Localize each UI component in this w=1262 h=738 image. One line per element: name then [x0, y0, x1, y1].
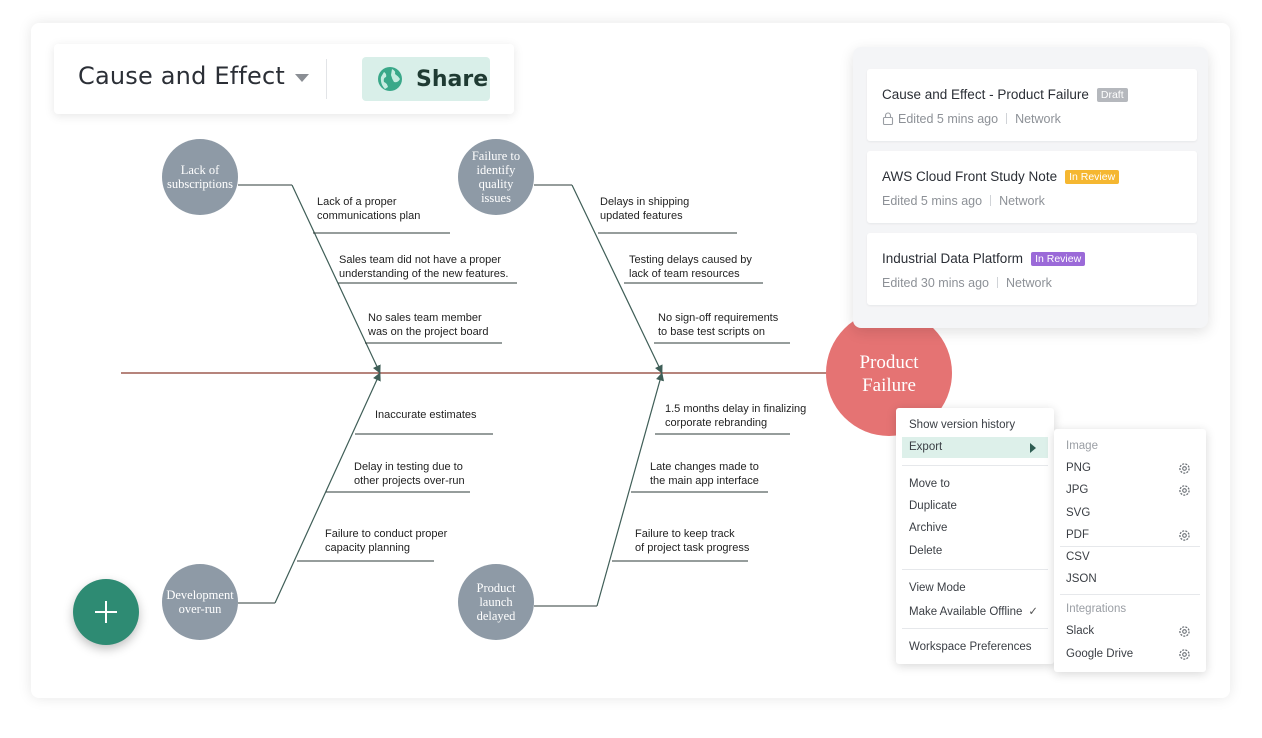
cause-label: Delays in shipping [600, 196, 689, 208]
export-slack[interactable]: Slack [1066, 625, 1094, 637]
divider [326, 59, 327, 99]
context-menu: Show version history Export Move to Dupl… [896, 408, 1054, 664]
export-google-drive[interactable]: Google Drive [1066, 648, 1133, 660]
lock-icon [882, 112, 894, 125]
cause-label: No sales team member [368, 312, 482, 324]
documents-panel: Cause and Effect - Product Failure Draft … [853, 47, 1208, 328]
document-edited: Edited 5 mins ago [882, 194, 983, 208]
menu-divider [902, 569, 1048, 570]
cause-label: 1.5 months delay in finalizing [665, 403, 806, 415]
menu-item-offline-label: Make Available Offline [909, 606, 1023, 618]
category-label: delayed [477, 609, 517, 623]
status-badge: In Review [1031, 252, 1086, 266]
gear-icon[interactable] [1178, 462, 1191, 475]
export-csv[interactable]: CSV [1066, 551, 1090, 563]
cause-label: capacity planning [325, 542, 410, 554]
cause-label: Failure to keep track [635, 528, 735, 540]
category-bone [596, 372, 665, 607]
cause-label: Lack of a proper [317, 196, 397, 208]
status-badge: In Review [1065, 170, 1120, 184]
category-label: issues [481, 191, 511, 205]
share-label: Share [416, 67, 489, 92]
submenu-divider [1060, 546, 1200, 547]
export-pdf[interactable]: PDF [1066, 529, 1089, 541]
cause-label: Failure to conduct proper [325, 528, 448, 540]
check-icon: ✓ [1028, 606, 1039, 618]
submenu-header-integrations: Integrations [1066, 603, 1127, 615]
document-item[interactable]: Cause and Effect - Product Failure Draft … [867, 69, 1197, 141]
cause-label: corporate rebranding [665, 417, 767, 429]
gear-icon[interactable] [1178, 484, 1191, 497]
cause-label: No sign-off requirements [658, 312, 779, 324]
cause-label: was on the project board [367, 326, 488, 338]
export-png[interactable]: PNG [1066, 462, 1091, 474]
category-label: Failure to [472, 149, 520, 163]
chevron-down-icon[interactable] [295, 74, 309, 82]
title-bar: Cause and Effect Share [54, 44, 514, 114]
gear-icon[interactable] [1178, 625, 1191, 638]
export-json[interactable]: JSON [1066, 573, 1097, 585]
document-item[interactable]: AWS Cloud Front Study Note In Review Edit… [867, 151, 1197, 223]
document-location: Network [1015, 112, 1061, 126]
cause-label: communications plan [317, 210, 420, 222]
cause-label: understanding of the new features. [339, 268, 508, 280]
category-label: subscriptions [167, 177, 233, 191]
export-submenu: Image PNG JPG SVG PDF CSV JSON Integrati… [1054, 429, 1206, 672]
add-button[interactable] [73, 579, 139, 645]
cause-label: Sales team did not have a proper [339, 254, 501, 266]
cause-label: other projects over-run [354, 475, 465, 487]
menu-item-version-history[interactable]: Show version history [909, 419, 1015, 431]
submenu-divider [1060, 594, 1200, 595]
document-location: Network [1006, 276, 1052, 290]
document-edited: Edited 30 mins ago [882, 276, 990, 290]
menu-item-delete[interactable]: Delete [909, 545, 942, 557]
export-svg[interactable]: SVG [1066, 507, 1090, 519]
category-label: Development [166, 588, 234, 602]
submenu-header-image: Image [1066, 440, 1098, 452]
document-title[interactable]: Cause and Effect [78, 62, 285, 90]
document-item[interactable]: Industrial Data Platform In Review Edited… [867, 233, 1197, 305]
document-location: Network [999, 194, 1045, 208]
cause-label: lack of team resources [629, 268, 740, 280]
menu-item-view-mode[interactable]: View Mode [909, 582, 966, 594]
category-label: Product [477, 581, 516, 595]
gear-icon[interactable] [1178, 529, 1191, 542]
export-jpg[interactable]: JPG [1066, 484, 1088, 496]
menu-item-archive[interactable]: Archive [909, 522, 947, 534]
category-label: quality [479, 177, 514, 191]
menu-item-move-to[interactable]: Move to [909, 478, 950, 490]
category-label: launch [479, 595, 513, 609]
cause-label: Late changes made to [650, 461, 759, 473]
globe-icon [378, 67, 402, 91]
category-label: over-run [179, 602, 223, 616]
cause-label: Inaccurate estimates [375, 409, 477, 421]
menu-item-duplicate[interactable]: Duplicate [909, 500, 957, 512]
menu-item-export[interactable]: Export [909, 441, 942, 453]
menu-divider [902, 465, 1048, 466]
cause-label: the main app interface [650, 475, 759, 487]
status-badge: Draft [1096, 88, 1128, 102]
document-edited: Edited 5 mins ago [898, 112, 999, 126]
document-name: AWS Cloud Front Study Note [882, 169, 1058, 184]
document-name: Cause and Effect - Product Failure [882, 87, 1089, 102]
cause-label: of project task progress [635, 542, 750, 554]
menu-item-offline[interactable]: Make Available Offline ✓ [909, 604, 1038, 618]
document-name: Industrial Data Platform [882, 251, 1024, 266]
effect-label: Product [859, 352, 919, 373]
cause-label: Delay in testing due to [354, 461, 463, 473]
cause-label: to base test scripts on [658, 326, 765, 338]
cause-label: updated features [600, 210, 683, 222]
gear-icon[interactable] [1178, 648, 1191, 661]
share-button[interactable]: Share [362, 57, 490, 101]
category-label: identify [477, 163, 517, 177]
cause-label: Testing delays caused by [629, 254, 752, 266]
category-label: Lack of [181, 163, 220, 177]
chevron-right-icon [1030, 443, 1036, 453]
menu-divider [902, 628, 1048, 629]
menu-item-workspace-preferences[interactable]: Workspace Preferences [909, 641, 1032, 653]
category-bone [274, 372, 381, 604]
effect-label: Failure [862, 375, 916, 396]
